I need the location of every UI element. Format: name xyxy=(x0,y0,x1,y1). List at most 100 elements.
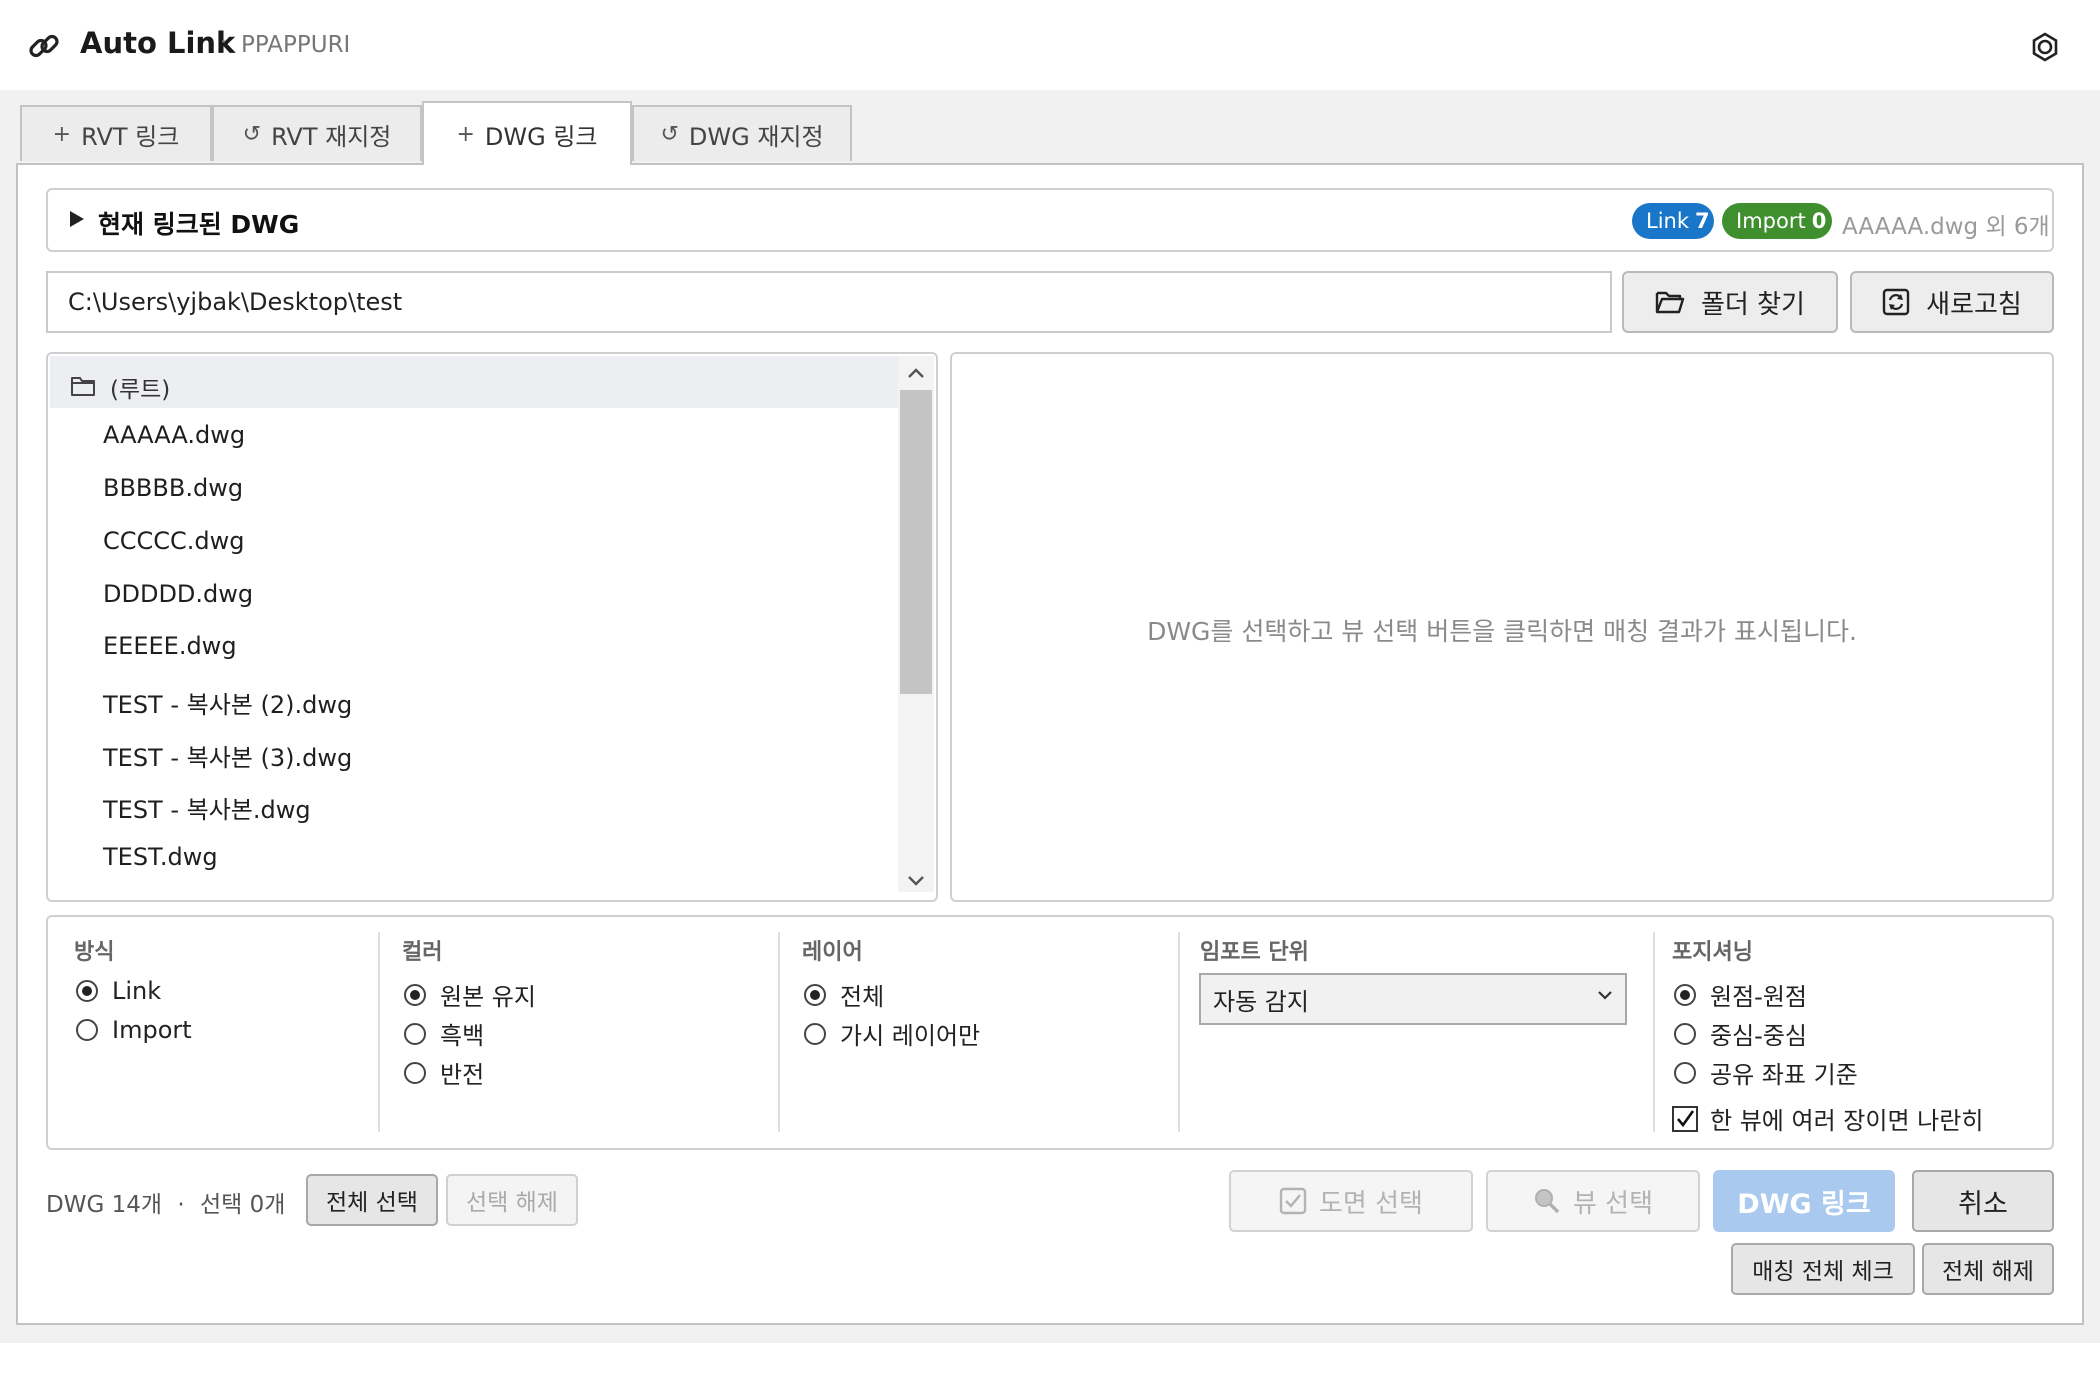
badge-label: Import xyxy=(1736,209,1806,233)
tab-dwg-link[interactable]: + DWG 링크 xyxy=(422,101,632,165)
import-unit-heading: 임포트 단위 xyxy=(1200,940,1309,965)
badge-count: 0 xyxy=(1811,209,1827,233)
side-by-side-checkbox[interactable]: 한 뷰에 여러 장이면 나란히 xyxy=(1672,1101,1983,1136)
search-icon xyxy=(1533,1187,1561,1215)
app-title: Auto Link xyxy=(80,26,236,60)
method-heading: 방식 xyxy=(74,940,115,965)
app-subtitle: PPAPPURI xyxy=(241,32,351,58)
browse-folder-button[interactable]: 폴더 찾기 xyxy=(1622,271,1838,333)
method-link-radio[interactable]: Link xyxy=(76,977,161,1005)
color-original-radio[interactable]: 원본 유지 xyxy=(404,977,536,1012)
badge-label: Link xyxy=(1646,209,1690,233)
checkbox-icon xyxy=(1279,1187,1307,1215)
radio-dot xyxy=(404,1061,426,1084)
badge-count: 7 xyxy=(1695,209,1710,233)
refresh-icon: ↺ xyxy=(242,121,262,147)
tab-label: DWG 재지정 xyxy=(688,122,824,151)
tab-dwg-repath[interactable]: ↺ DWG 재지정 xyxy=(632,105,852,161)
view-select-button[interactable]: 뷰 선택 xyxy=(1486,1170,1700,1232)
color-bw-radio[interactable]: 흑백 xyxy=(404,1016,484,1051)
tree-file-item[interactable]: EEEEE.dwg xyxy=(103,632,237,660)
clear-all-button[interactable]: 전체 해제 xyxy=(1922,1243,2054,1295)
button-label: 새로고침 xyxy=(1926,289,2022,320)
title-separator: · xyxy=(220,30,227,55)
radio-dot xyxy=(404,1022,426,1045)
tree-file-item[interactable]: AAAAA.dwg xyxy=(103,421,245,449)
layer-heading: 레이어 xyxy=(802,940,863,965)
tab-rvt-repath[interactable]: ↺ RVT 재지정 xyxy=(212,105,422,161)
radio-dot xyxy=(76,980,98,1002)
radio-label: 가시 레이어만 xyxy=(840,1022,981,1050)
radio-dot xyxy=(804,983,826,1006)
layer-visible-radio[interactable]: 가시 레이어만 xyxy=(804,1016,980,1051)
radio-dot xyxy=(1674,983,1696,1006)
radio-dot xyxy=(1674,1061,1696,1084)
tab-rvt-link[interactable]: + RVT 링크 xyxy=(20,105,212,161)
radio-label: 공유 좌표 기준 xyxy=(1710,1061,1858,1089)
position-shared-radio[interactable]: 공유 좌표 기준 xyxy=(1674,1055,1858,1090)
selected-count: 선택 0개 xyxy=(199,1192,286,1218)
tree-scrollbar-thumb[interactable] xyxy=(900,390,932,694)
sheet-select-button[interactable]: 도면 선택 xyxy=(1229,1170,1473,1232)
divider xyxy=(378,932,380,1132)
tree-file-item[interactable]: TEST - 복사본 (3).dwg xyxy=(103,738,352,773)
folder-icon xyxy=(70,375,96,397)
divider xyxy=(1178,932,1180,1132)
tree-file-item[interactable]: TEST - 복사본.dwg xyxy=(103,790,311,825)
radio-label: Import xyxy=(112,1016,192,1044)
radio-label: 흑백 xyxy=(440,1022,485,1050)
tree-root-row[interactable] xyxy=(50,356,898,408)
chevron-down-icon[interactable] xyxy=(1596,988,1614,1002)
method-import-radio[interactable]: Import xyxy=(76,1016,192,1044)
plus-icon: + xyxy=(52,121,72,147)
position-origin-radio[interactable]: 원점-원점 xyxy=(1674,977,1807,1012)
counter-separator: · xyxy=(177,1192,185,1218)
checkbox-label: 한 뷰에 여러 장이면 나란히 xyxy=(1710,1107,1984,1135)
refresh-icon: ↺ xyxy=(660,121,679,147)
import-count-badge: Import 0 xyxy=(1722,203,1832,239)
tab-label: DWG 링크 xyxy=(484,122,598,151)
import-unit-select[interactable]: 자동 감지 xyxy=(1199,973,1627,1025)
cancel-button[interactable]: 취소 xyxy=(1912,1170,2054,1232)
scroll-down-chevron-icon[interactable] xyxy=(898,866,934,896)
preview-placeholder-message: DWG를 선택하고 뷰 선택 버튼을 클릭하면 매칭 결과가 표시됩니다. xyxy=(1147,617,1857,646)
radio-label: 중심-중심 xyxy=(1710,1022,1807,1050)
tree-file-item[interactable]: TEST - 복사본 (2).dwg xyxy=(103,685,352,720)
button-label: 폴더 찾기 xyxy=(1701,289,1805,320)
position-center-radio[interactable]: 중심-중심 xyxy=(1674,1016,1807,1051)
dwg-count: DWG 14개 xyxy=(46,1192,163,1218)
deselect-button[interactable]: 선택 해제 xyxy=(446,1174,578,1226)
linked-dwg-title: 현재 링크된 DWG xyxy=(98,210,300,239)
check-all-matches-button[interactable]: 매칭 전체 체크 xyxy=(1731,1243,1915,1295)
tree-file-item[interactable]: BBBBB.dwg xyxy=(103,474,243,502)
radio-dot xyxy=(1674,1022,1696,1045)
divider xyxy=(778,932,780,1132)
link-count-badge: Link 7 xyxy=(1632,203,1714,239)
tree-file-item[interactable]: DDDDD.dwg xyxy=(103,580,253,608)
divider xyxy=(1653,932,1655,1132)
radio-dot xyxy=(76,1019,98,1041)
refresh-button[interactable]: 새로고침 xyxy=(1850,271,2054,333)
color-heading: 컬러 xyxy=(402,940,443,965)
settings-gear-icon[interactable] xyxy=(2030,32,2060,62)
radio-label: 원점-원점 xyxy=(1710,983,1807,1011)
folder-path-input[interactable]: C:\Users\yjbak\Desktop\test xyxy=(46,271,1612,333)
linked-summary: AAAAA.dwg 외 6개 xyxy=(1842,214,2050,240)
tree-file-item[interactable]: TEST.dwg xyxy=(103,843,218,871)
radio-label: Link xyxy=(112,977,162,1005)
radio-label: 전체 xyxy=(840,983,885,1011)
tree-file-item[interactable]: CCCCC.dwg xyxy=(103,527,245,555)
dwg-link-primary-button[interactable]: DWG 링크 xyxy=(1713,1170,1895,1232)
radio-label: 반전 xyxy=(440,1061,485,1089)
color-invert-radio[interactable]: 반전 xyxy=(404,1055,484,1090)
tab-label: RVT 재지정 xyxy=(271,122,392,151)
expand-triangle-icon[interactable] xyxy=(70,211,84,227)
folder-open-icon xyxy=(1655,289,1685,315)
button-label: 뷰 선택 xyxy=(1572,1188,1654,1219)
scroll-up-chevron-icon[interactable] xyxy=(898,356,934,390)
layer-all-radio[interactable]: 전체 xyxy=(804,977,884,1012)
radio-dot xyxy=(404,983,426,1006)
select-all-button[interactable]: 전체 선택 xyxy=(306,1174,438,1226)
plus-icon: + xyxy=(456,121,475,147)
radio-dot xyxy=(804,1022,826,1045)
